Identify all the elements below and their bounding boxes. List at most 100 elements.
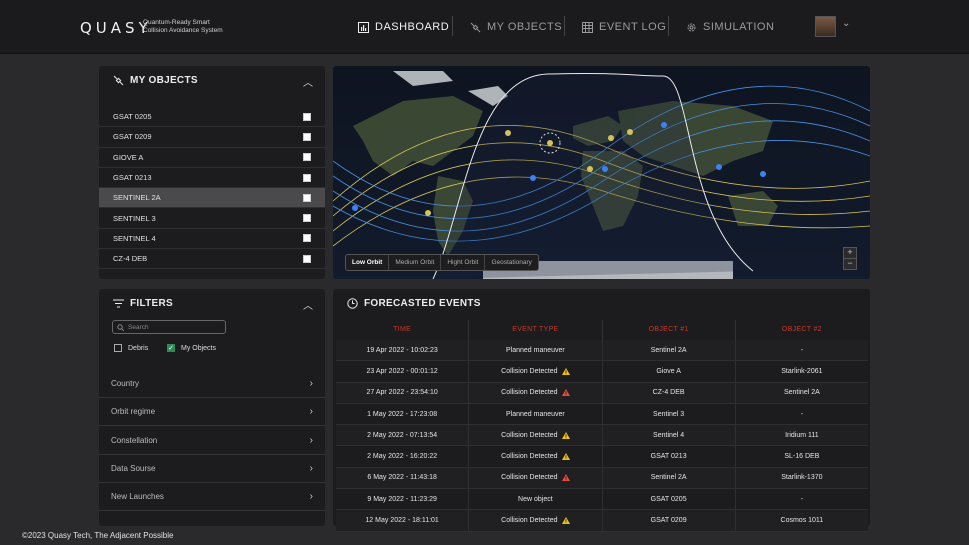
avatar[interactable]: [815, 16, 836, 37]
object-checkbox[interactable]: [303, 132, 311, 141]
cell-object-2: SL-16 DEB: [784, 453, 820, 461]
column-header-object-2[interactable]: OBJECT #2: [736, 320, 868, 340]
cell-time: 2 May 2022 - 16:20:22: [336, 446, 470, 467]
list-item[interactable]: GIOVE A: [99, 148, 325, 168]
object-checkbox[interactable]: [303, 153, 311, 162]
orbit-tab[interactable]: Low Orbit: [346, 255, 390, 270]
table-row[interactable]: 27 Apr 2022 - 23:54:10 Collision Detected…: [336, 382, 868, 404]
list-item[interactable]: GSAT 0213: [99, 168, 325, 189]
nav-my-objects[interactable]: MY OBJECTS: [470, 18, 562, 36]
nav-event-log[interactable]: EVENT LOG: [582, 18, 666, 36]
object-checkbox[interactable]: [303, 173, 311, 182]
table-row[interactable]: 2 May 2022 - 07:13:54 Collision Detected S…: [336, 425, 868, 447]
list-item[interactable]: GSAT 0205: [99, 107, 325, 128]
zoom-out-button[interactable]: −: [843, 258, 857, 270]
cell-event-type: New object: [469, 489, 603, 510]
table-row[interactable]: 23 Apr 2022 - 00:01:12 Collision Detected…: [336, 361, 868, 383]
table-row[interactable]: 1 May 2022 - 17:23:08 Planned maneuver Sen…: [336, 403, 868, 426]
column-header-event-type[interactable]: EVENT TYPE: [469, 320, 603, 340]
cell-event-type: Collision Detected: [469, 446, 603, 467]
filter-row[interactable]: Orbit regime ›: [99, 398, 325, 427]
chevron-down-icon[interactable]: ⌄: [842, 18, 850, 29]
warning-icon: [561, 474, 570, 482]
nav-simulation-label: SIMULATION: [703, 21, 775, 33]
column-header-time[interactable]: TIME: [336, 320, 470, 340]
chevron-right-icon: ›: [309, 491, 313, 503]
list-item[interactable]: CZ-4 DEB: [99, 249, 325, 270]
cell-object-1: GSAT 0209: [603, 510, 736, 531]
object-name: GSAT 0205: [113, 112, 152, 122]
nav-dashboard[interactable]: DASHBOARD: [358, 18, 449, 36]
cell-object-1: Sentinel 2A: [603, 340, 736, 361]
clock-icon: [347, 298, 358, 309]
warning-icon: [561, 431, 570, 439]
search-input[interactable]: Search: [112, 320, 226, 334]
orbit-tab[interactable]: Hight Orbit: [441, 255, 486, 270]
cell-time: 27 Apr 2022 - 23:54:10: [336, 382, 470, 403]
checkbox-box[interactable]: [114, 344, 122, 352]
object-checkbox[interactable]: [303, 234, 311, 243]
filter-row[interactable]: Data Sourse ›: [99, 455, 325, 483]
world-map[interactable]: [333, 66, 870, 279]
object-name: GSAT 0209: [113, 132, 152, 142]
checkbox-checked-icon[interactable]: ✓: [167, 344, 175, 352]
object-checkbox[interactable]: [303, 193, 311, 202]
event-type-label: Planned maneuver: [505, 346, 565, 354]
list-item[interactable]: SENTINEL 4: [99, 229, 325, 250]
warning-icon: [561, 517, 570, 525]
footer-copyright: ©2023 Quasy Tech, The Adjacent Possible: [22, 531, 174, 540]
cell-event-type: Collision Detected: [469, 425, 603, 446]
table-row[interactable]: 19 Apr 2022 - 10:02:23 Planned maneuver Se…: [336, 340, 868, 362]
debris-checkbox[interactable]: Debris: [114, 344, 148, 352]
event-type-label: Collision Detected: [501, 367, 558, 375]
cell-object-2: Iridium 111: [785, 431, 819, 439]
satellite-icon: [470, 22, 481, 32]
chevron-right-icon: ›: [309, 406, 313, 418]
my-objects-label: My Objects: [181, 344, 217, 352]
filter-row[interactable]: Country ›: [99, 370, 325, 398]
object-checkbox[interactable]: [303, 254, 311, 263]
cell-object-2: -: [800, 346, 804, 354]
chevron-up-icon[interactable]: ︿: [303, 297, 313, 312]
column-header-object-1[interactable]: OBJECT #1: [603, 320, 736, 340]
list-item[interactable]: SENTINEL 3: [99, 208, 325, 229]
nav-my-objects-label: MY OBJECTS: [487, 21, 563, 33]
cell-event-type: Collision Detected: [469, 382, 603, 403]
filter-row[interactable]: New Launches ›: [99, 483, 325, 512]
cell-object-1: CZ-4 DEB: [603, 382, 736, 403]
object-checkbox[interactable]: [303, 214, 311, 223]
search-icon: [117, 323, 124, 331]
gear-icon: [687, 23, 696, 31]
chevron-right-icon: ›: [309, 462, 313, 474]
filter-label: Constellation: [111, 435, 158, 445]
object-checkbox[interactable]: [303, 112, 311, 121]
brand-logo[interactable]: QUASY: [80, 19, 152, 37]
calendar-grid-icon: [582, 21, 593, 33]
chevron-right-icon: ›: [309, 378, 313, 389]
table-row[interactable]: 2 May 2022 - 16:20:22 Collision Detected G…: [336, 446, 868, 468]
list-item[interactable]: GSAT 0209: [99, 127, 325, 148]
chevron-up-icon[interactable]: ︿: [303, 74, 313, 89]
cell-object-1: Sentinel 4: [603, 425, 736, 446]
orbit-tab[interactable]: Medium Orbit: [389, 255, 442, 270]
table-row[interactable]: 9 May 2022 - 11:23:29 New object GSAT 0205…: [336, 489, 868, 511]
table-row[interactable]: 12 May 2022 - 18:11:01 Collision Detected…: [336, 510, 868, 532]
cell-object-2: -: [800, 410, 804, 418]
cell-event-type: Collision Detected: [469, 510, 603, 531]
object-name: GSAT 0213: [113, 173, 152, 183]
events-table-header: TIME EVENT TYPE OBJECT #1 OBJECT #2: [336, 320, 868, 341]
nav-simulation[interactable]: SIMULATION: [686, 18, 774, 36]
cell-object-1: Sentinel 2A: [603, 467, 736, 489]
orbit-tab[interactable]: Geostationary: [485, 255, 537, 270]
events-title: FORECASTED EVENTS: [347, 298, 481, 309]
orbit-map-svg: [333, 66, 870, 279]
event-type-label: Collision Detected: [501, 474, 558, 482]
list-item[interactable]: SENTINEL 2A: [99, 188, 325, 209]
object-name: SENTINEL 2A: [113, 193, 161, 203]
filter-row[interactable]: Constellation ›: [99, 427, 325, 455]
event-type-label: Collision Detected: [501, 431, 558, 439]
satellite-icon: [113, 75, 124, 86]
nav-dashboard-label: DASHBOARD: [375, 21, 450, 33]
table-row[interactable]: 6 May 2022 - 11:43:18 Collision Detected S…: [336, 467, 868, 490]
my-objects-checkbox[interactable]: ✓ My Objects: [167, 344, 216, 352]
